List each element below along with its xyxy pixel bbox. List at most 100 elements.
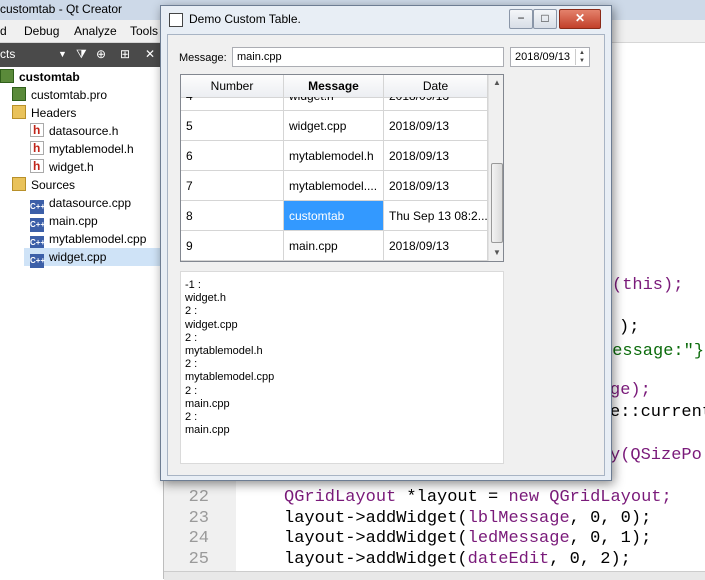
code-line: layout->addWidget(dateEdit, 0, 2); [284, 550, 631, 569]
line-number: 23 [188, 509, 209, 528]
dialog-titlebar[interactable]: Demo Custom Table. − □ ✕ [161, 6, 611, 34]
cell-date[interactable]: 2018/09/13 [384, 231, 488, 261]
log-line: 2 : [185, 384, 198, 397]
maximize-button[interactable]: □ [533, 9, 557, 29]
cell-message-selected[interactable]: customtab [284, 201, 384, 231]
log-line: mytablemodel.cpp [185, 371, 275, 384]
dropdown-arrow-icon[interactable]: ▼ [58, 49, 67, 59]
header-file-icon [30, 139, 44, 157]
table-row[interactable]: 4 widget.h 2018/09/13 [181, 97, 488, 111]
tree-item-sources[interactable]: Sources [12, 176, 75, 194]
cell-number[interactable]: 5 [181, 111, 284, 141]
link-icon[interactable]: ⊕ [96, 47, 106, 61]
cell-number[interactable]: 7 [181, 171, 284, 201]
menu-analyze[interactable]: Analyze [74, 24, 117, 38]
code-line: layout->addWidget(ledMessage, 0, 1); [284, 529, 652, 548]
tree-item-headers[interactable]: Headers [12, 104, 76, 122]
tree-label: widget.h [49, 160, 94, 174]
cell-date[interactable]: 2018/09/13 [384, 111, 488, 141]
tree-item-widget-h[interactable]: widget.h [30, 157, 94, 176]
code-fragment: ge); [610, 381, 651, 400]
tree-item-project[interactable]: customtab [0, 68, 80, 86]
vertical-scrollbar[interactable]: ▲ ▼ [488, 75, 503, 261]
message-input[interactable]: main.cpp [232, 47, 504, 67]
code-fragment: y(QSizePo [610, 446, 702, 465]
code-fragment: Message:"} [602, 342, 705, 361]
log-line: 2 : [185, 358, 198, 371]
cell-message[interactable]: widget.h [284, 97, 384, 111]
tree-item-mytablemodel-cpp[interactable]: C++ mytablemodel.cpp [30, 230, 146, 250]
table-row-selected[interactable]: 8 customtab Thu Sep 13 08:2... [181, 201, 488, 231]
project-tree: customtab customtab.pro Headers datasour… [0, 67, 164, 579]
cell-date[interactable]: 2018/09/13 [384, 97, 488, 111]
log-line: 2 : [185, 331, 198, 344]
tree-item-datasource-cpp[interactable]: C++ datasource.cpp [30, 194, 131, 214]
filter-icon[interactable]: ⧩ [76, 47, 87, 62]
split-icon[interactable]: ⊞ [120, 47, 130, 61]
log-line: 2 : [185, 305, 198, 318]
cell-date[interactable]: 2018/09/13 [384, 171, 488, 201]
log-line: 2 : [185, 410, 198, 423]
cell-number[interactable]: 6 [181, 141, 284, 171]
table-row[interactable]: 7 mytablemodel.... 2018/09/13 [181, 171, 488, 201]
message-label: Message: [179, 52, 227, 64]
cell-number[interactable]: 9 [181, 231, 284, 261]
minimize-button[interactable]: − [509, 9, 533, 29]
cell-message[interactable]: widget.cpp [284, 111, 384, 141]
tree-item-datasource-h[interactable]: datasource.h [30, 121, 118, 140]
cell-date[interactable]: 2018/09/13 [384, 141, 488, 171]
cell-message[interactable]: mytablemodel.h [284, 141, 384, 171]
app-window-icon [169, 13, 183, 27]
pro-file-icon [12, 87, 26, 101]
log-output[interactable]: -1 : widget.h 2 : widget.cpp 2 : mytable… [180, 271, 504, 464]
dialog-body: Message: main.cpp 2018/09/13 ▲ ▼ Number … [167, 34, 605, 476]
code-fragment: ); [619, 318, 640, 337]
scroll-down-icon[interactable]: ▼ [489, 245, 503, 261]
table-header: Number Message Date [181, 75, 488, 98]
tree-label: Sources [31, 178, 76, 192]
projects-selector[interactable]: cts [0, 47, 15, 61]
cell-number[interactable]: 4 [181, 97, 284, 111]
demo-dialog: Demo Custom Table. − □ ✕ Message: main.c… [160, 5, 612, 481]
table-row[interactable]: 9 main.cpp 2018/09/13 [181, 231, 488, 261]
custom-table[interactable]: Number Message Date 4 widget.h 2018/09/1… [180, 74, 504, 262]
tree-item-pro-file[interactable]: customtab.pro [12, 86, 107, 104]
cell-date[interactable]: Thu Sep 13 08:2... [384, 201, 488, 231]
menu-file-partial[interactable]: d [0, 24, 7, 38]
menu-tools[interactable]: Tools [130, 24, 158, 38]
code-line: layout->addWidget(lblMessage, 0, 0); [284, 509, 652, 528]
spin-up-icon[interactable]: ▲ [576, 49, 588, 57]
menu-debug[interactable]: Debug [24, 24, 59, 38]
spin-down-icon[interactable]: ▼ [576, 57, 588, 65]
column-header-number[interactable]: Number [181, 75, 284, 97]
cell-number[interactable]: 8 [181, 201, 284, 231]
table-body: 4 widget.h 2018/09/13 5 widget.cpp 2018/… [181, 97, 488, 261]
cell-message[interactable]: mytablemodel.... [284, 171, 384, 201]
header-file-icon [30, 157, 44, 175]
table-row[interactable]: 6 mytablemodel.h 2018/09/13 [181, 141, 488, 171]
tree-item-widget-cpp[interactable]: C++ widget.cpp [24, 248, 163, 268]
tree-label: mytablemodel.h [49, 142, 134, 156]
tree-label: widget.cpp [49, 250, 107, 264]
log-line: main.cpp [185, 397, 230, 410]
code-fragment: (this); [612, 276, 684, 295]
scroll-thumb[interactable] [491, 163, 503, 243]
folder-icon [12, 177, 26, 191]
tree-label: customtab [19, 70, 80, 84]
date-spinner[interactable]: ▲ ▼ [575, 49, 588, 65]
cpp-file-icon: C++ [30, 254, 45, 268]
code-line: QGridLayout *layout = new QGridLayout; [284, 488, 672, 507]
close-icon[interactable]: ✕ [145, 47, 155, 61]
qt-creator-title: customtab - Qt Creator [0, 2, 123, 16]
column-header-message[interactable]: Message [284, 75, 384, 97]
cell-message[interactable]: main.cpp [284, 231, 384, 261]
code-fragment: e::current [610, 403, 705, 422]
date-edit[interactable]: 2018/09/13 ▲ ▼ [510, 47, 590, 67]
project-icon [0, 69, 14, 83]
column-header-date[interactable]: Date [384, 75, 488, 97]
scroll-up-icon[interactable]: ▲ [489, 75, 503, 91]
table-row[interactable]: 5 widget.cpp 2018/09/13 [181, 111, 488, 141]
tree-item-main-cpp[interactable]: C++ main.cpp [30, 212, 98, 232]
close-button[interactable]: ✕ [559, 9, 601, 29]
tree-item-mytablemodel-h[interactable]: mytablemodel.h [30, 139, 134, 158]
